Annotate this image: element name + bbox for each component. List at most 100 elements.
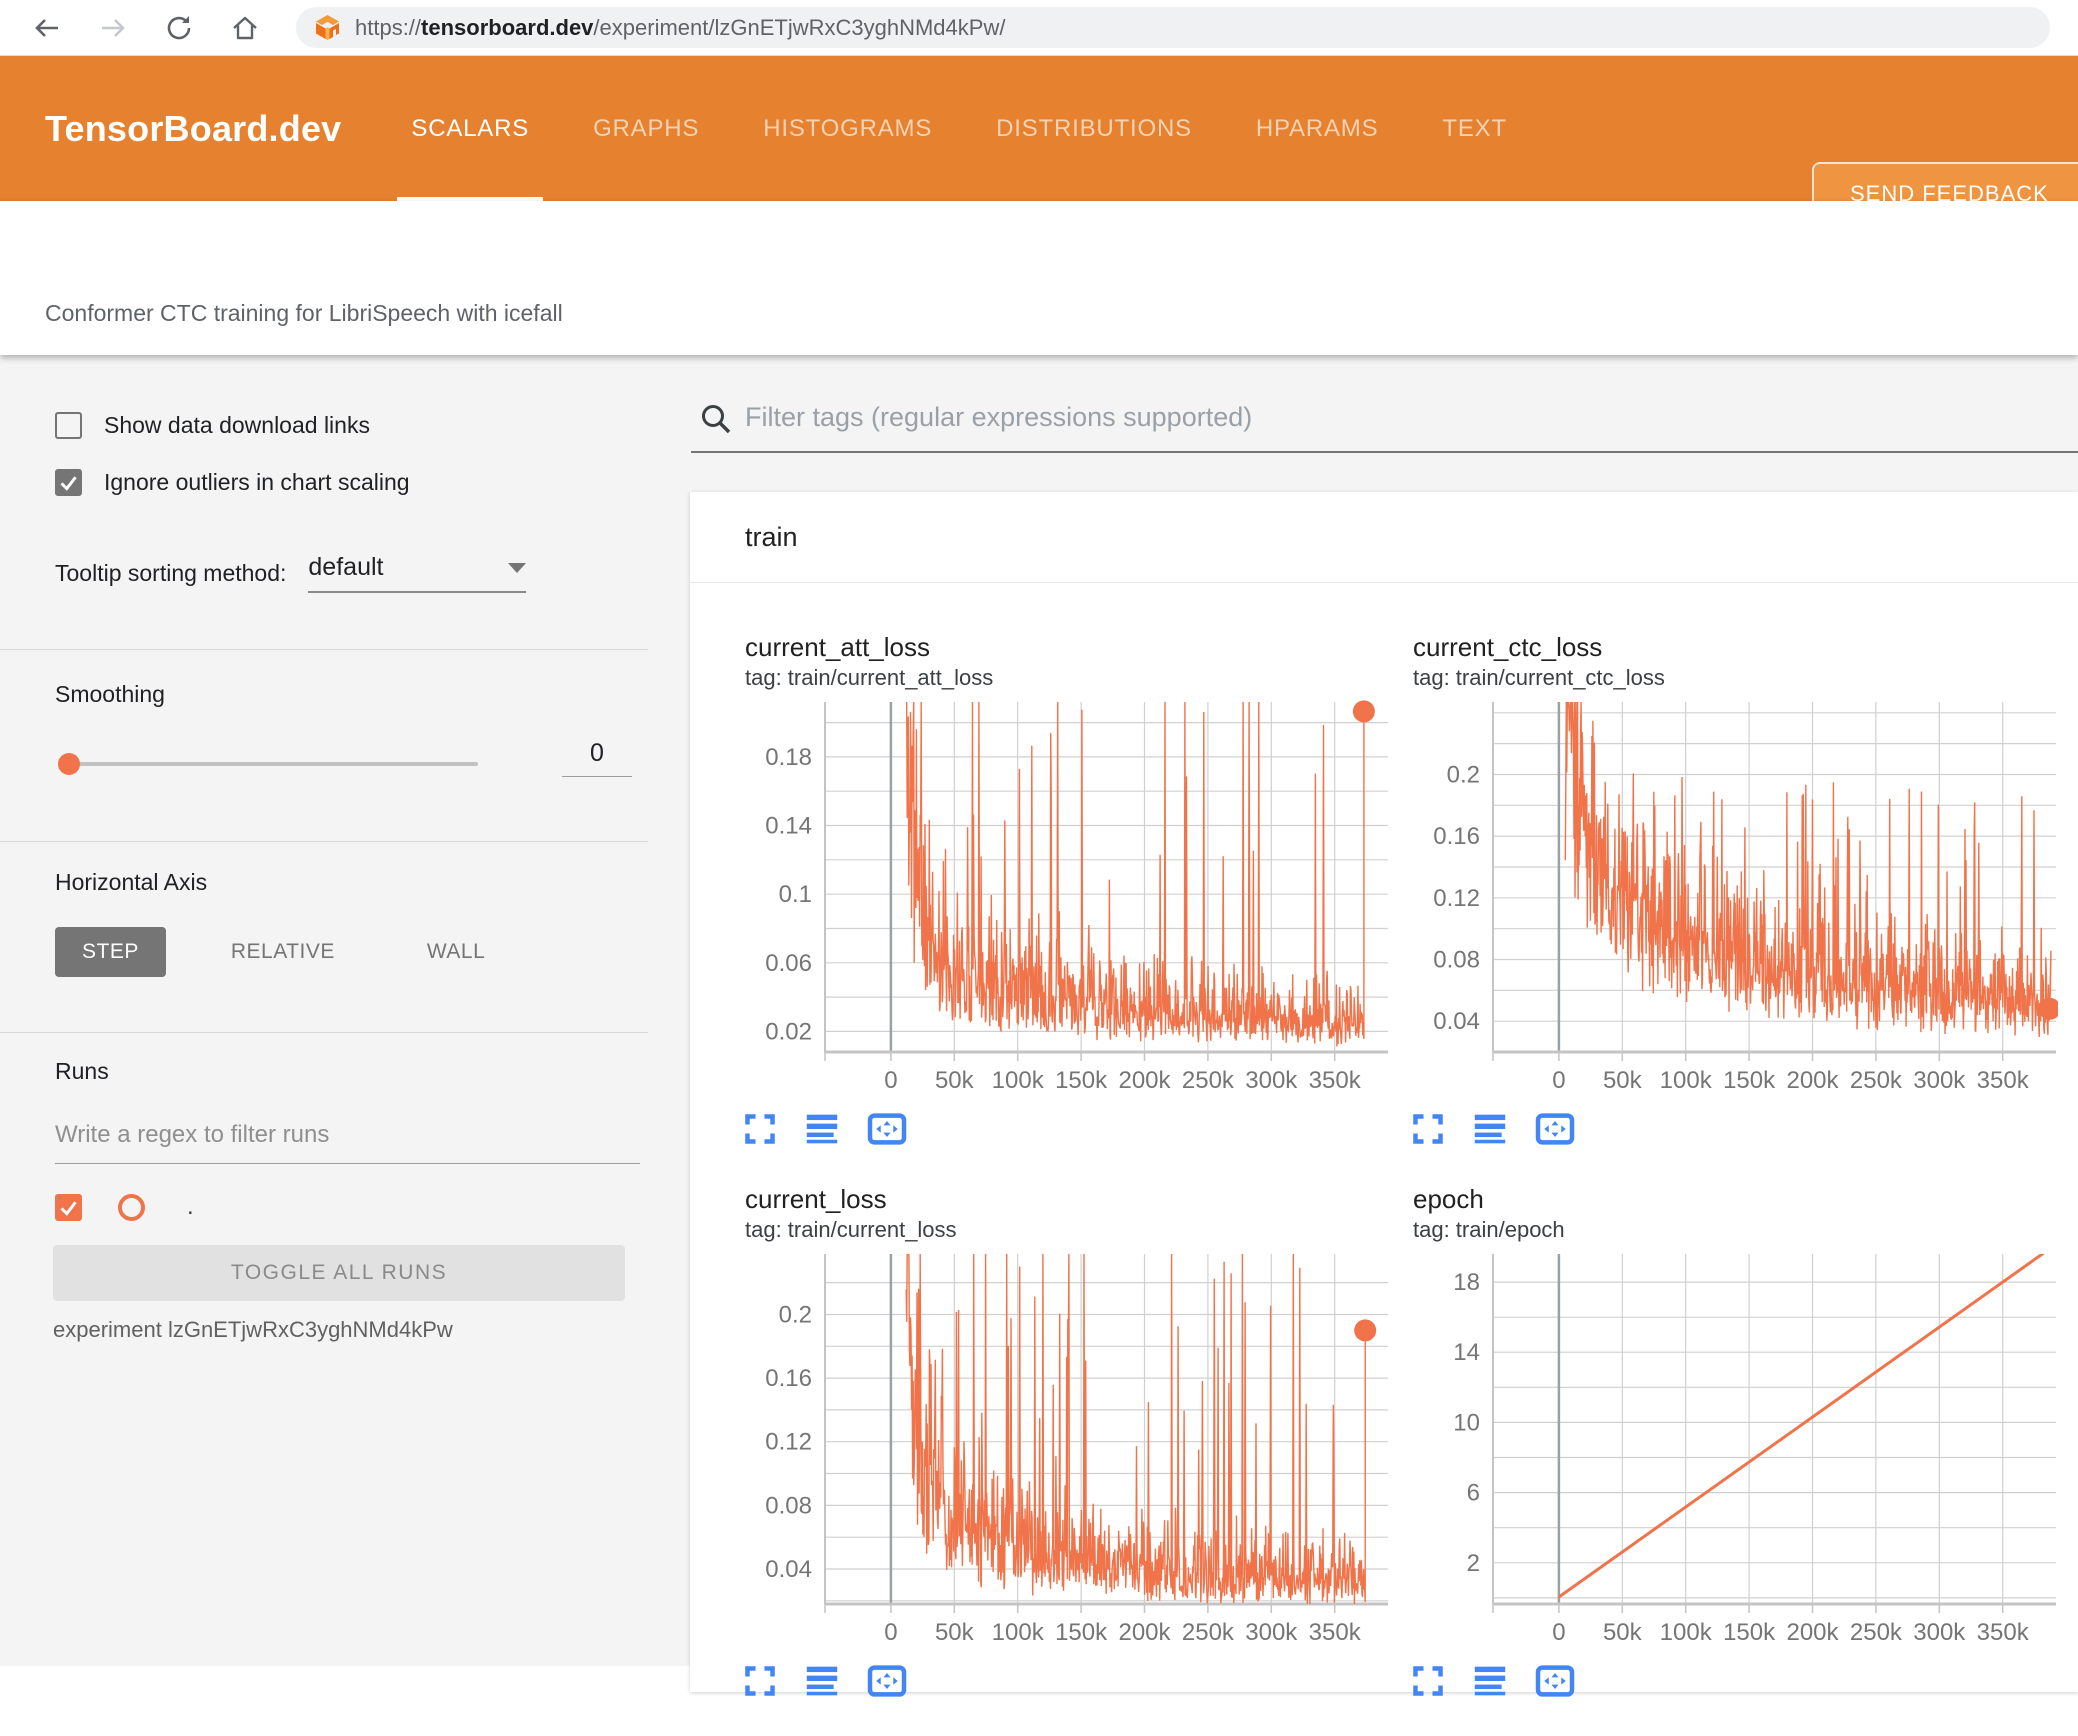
svg-text:150k: 150k <box>1055 1067 1108 1092</box>
chart-plot-epoch[interactable]: 2 6 10 14 18 0 50k 100k 150k 200k 250k 300k 350k <box>1398 1249 2058 1644</box>
svg-text:100k: 100k <box>992 1619 1045 1644</box>
expand-chart-icon[interactable] <box>742 1664 778 1698</box>
ignore-outliers-checkbox[interactable] <box>55 469 82 496</box>
horizontal-axis-options: STEP RELATIVE WALL <box>55 927 512 977</box>
svg-text:50k: 50k <box>1603 1619 1643 1644</box>
axis-option-relative[interactable]: RELATIVE <box>204 927 362 977</box>
svg-text:0.02: 0.02 <box>765 1018 812 1045</box>
show-download-links-label: Show data download links <box>104 412 370 438</box>
chart-card-current_loss: current_loss tag: train/current_loss 0.04… <box>730 1184 1390 1698</box>
fit-domain-icon[interactable] <box>1534 1112 1576 1146</box>
svg-text:10: 10 <box>1453 1409 1480 1436</box>
tensorboard-favicon <box>314 14 341 41</box>
back-icon[interactable] <box>32 13 62 43</box>
tab-scalars[interactable]: SCALARS <box>397 56 543 201</box>
axis-option-step[interactable]: STEP <box>55 927 166 977</box>
svg-text:0: 0 <box>884 1067 897 1092</box>
expand-chart-icon[interactable] <box>1410 1112 1446 1146</box>
fit-domain-icon[interactable] <box>866 1112 908 1146</box>
filter-tags-underline <box>691 451 2078 453</box>
toggle-y-axis-icon[interactable] <box>804 1664 840 1698</box>
svg-text:50k: 50k <box>935 1619 975 1644</box>
svg-text:300k: 300k <box>1245 1619 1298 1644</box>
fit-domain-icon[interactable] <box>1534 1664 1576 1698</box>
charts-grid: current_att_loss tag: train/current_att_l… <box>690 583 2078 1736</box>
chart-plot-current_ctc_loss[interactable]: 0.04 0.08 0.12 0.16 0.2 0 50k 100k 150k 200k 250k 3… <box>1398 697 2058 1092</box>
svg-text:0: 0 <box>1552 1067 1565 1092</box>
train-section-title[interactable]: train <box>690 492 2078 583</box>
tab-hparams[interactable]: HPARAMS <box>1256 56 1379 201</box>
tab-text[interactable]: TEXT <box>1442 56 1507 201</box>
run-checkbox[interactable] <box>55 1193 82 1221</box>
chart-card-current_ctc_loss: current_ctc_loss tag: train/current_ctc_l… <box>1398 632 2058 1146</box>
reload-icon[interactable] <box>164 13 194 43</box>
slider-knob[interactable] <box>58 753 80 775</box>
forward-icon[interactable] <box>98 13 128 43</box>
tab-histograms[interactable]: HISTOGRAMS <box>763 56 932 201</box>
slider-track[interactable] <box>58 762 478 766</box>
tab-graphs[interactable]: GRAPHS <box>593 56 699 201</box>
chart-tag-current_ctc_loss: tag: train/current_ctc_loss <box>1413 665 1665 690</box>
svg-text:350k: 350k <box>1977 1067 2030 1092</box>
smoothing-value[interactable]: 0 <box>562 739 632 777</box>
home-icon[interactable] <box>230 13 260 43</box>
svg-text:0.14: 0.14 <box>765 813 812 840</box>
chart-tag-epoch: tag: train/epoch <box>1413 1217 1565 1242</box>
ignore-outliers-label: Ignore outliers in chart scaling <box>104 469 410 495</box>
fit-domain-icon[interactable] <box>866 1664 908 1698</box>
svg-text:350k: 350k <box>1309 1067 1362 1092</box>
ignore-outliers-row[interactable]: Ignore outliers in chart scaling <box>55 469 410 496</box>
toggle-y-axis-icon[interactable] <box>1472 1664 1508 1698</box>
chart-title-epoch: epoch <box>1413 1184 1484 1214</box>
expand-chart-icon[interactable] <box>742 1112 778 1146</box>
runs-filter-input[interactable]: Write a regex to filter runs <box>55 1121 640 1164</box>
chart-toolbar-current_ctc_loss <box>1410 1112 2058 1146</box>
toggle-all-runs-button[interactable]: TOGGLE ALL RUNS <box>53 1245 625 1301</box>
axis-option-wall[interactable]: WALL <box>400 927 512 977</box>
chart-title-current_att_loss: current_att_loss <box>745 632 930 662</box>
svg-text:14: 14 <box>1453 1339 1480 1366</box>
chart-title-current_ctc_loss: current_ctc_loss <box>1413 632 1603 662</box>
svg-text:0.1: 0.1 <box>779 881 812 908</box>
svg-text:200k: 200k <box>1118 1619 1171 1644</box>
divider <box>0 649 648 650</box>
show-download-links-row[interactable]: Show data download links <box>55 412 370 439</box>
smoothing-slider[interactable] <box>58 752 478 776</box>
runs-label: Runs <box>55 1058 109 1084</box>
svg-text:0.04: 0.04 <box>765 1556 812 1583</box>
smoothing-label: Smoothing <box>55 681 165 707</box>
chart-toolbar-current_loss <box>742 1664 1390 1698</box>
svg-text:0.08: 0.08 <box>1433 947 1480 974</box>
svg-text:150k: 150k <box>1055 1619 1108 1644</box>
tooltip-sorting-row: Tooltip sorting method: default <box>55 553 527 593</box>
chevron-down-icon <box>508 562 527 573</box>
nav-tabs: SCALARS GRAPHS HISTOGRAMS DISTRIBUTIONS HPAR… <box>397 56 1507 201</box>
toggle-y-axis-icon[interactable] <box>1472 1112 1508 1146</box>
svg-text:0.04: 0.04 <box>1433 1008 1480 1035</box>
expand-chart-icon[interactable] <box>1410 1664 1446 1698</box>
svg-text:0: 0 <box>884 1619 897 1644</box>
svg-text:250k: 250k <box>1850 1067 1903 1092</box>
chart-plot-current_loss[interactable]: 0.04 0.08 0.12 0.16 0.2 0 50k 100k 150k 200k 250k 3… <box>730 1249 1390 1644</box>
divider <box>0 1032 648 1033</box>
svg-text:250k: 250k <box>1182 1067 1235 1092</box>
svg-text:150k: 150k <box>1723 1067 1776 1092</box>
svg-text:0.08: 0.08 <box>765 1492 812 1519</box>
address-bar[interactable]: https://tensorboard.dev/experiment/lzGnE… <box>296 7 2050 48</box>
svg-text:200k: 200k <box>1786 1619 1839 1644</box>
toggle-y-axis-icon[interactable] <box>804 1112 840 1146</box>
show-download-links-checkbox[interactable] <box>55 412 82 439</box>
svg-text:100k: 100k <box>1660 1619 1713 1644</box>
tooltip-sorting-select[interactable]: default <box>308 553 527 593</box>
run-list-item[interactable]: . <box>55 1193 194 1221</box>
tooltip-sorting-label: Tooltip sorting method: <box>55 559 287 586</box>
tab-distributions[interactable]: DISTRIBUTIONS <box>996 56 1192 201</box>
experiment-note: experiment lzGnETjwRxC3yghNMd4kPw <box>53 1317 453 1342</box>
svg-text:0.12: 0.12 <box>1433 885 1480 912</box>
run-name: . <box>187 1193 194 1220</box>
svg-text:6: 6 <box>1467 1480 1480 1507</box>
chart-plot-current_att_loss[interactable]: 0.02 0.06 0.1 0.14 0.18 0 50k 100k 150k 200k 250k 3… <box>730 697 1390 1092</box>
horizontal-axis-label: Horizontal Axis <box>55 869 208 895</box>
filter-tags-input[interactable]: Filter tags (regular expressions support… <box>745 402 1252 433</box>
url-text: https://tensorboard.dev/experiment/lzGnE… <box>355 14 1006 40</box>
